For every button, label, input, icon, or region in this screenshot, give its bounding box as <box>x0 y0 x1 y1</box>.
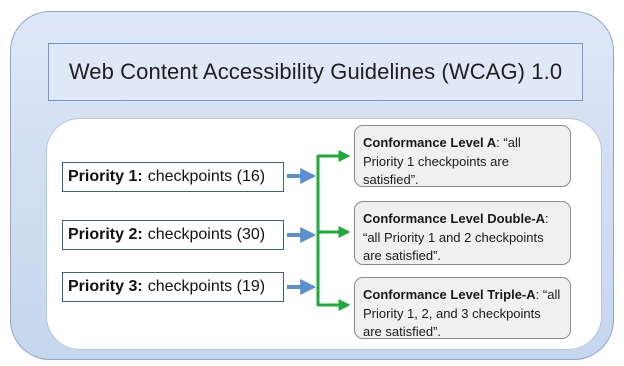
conformance-a-level: Conformance Level A <box>363 135 497 150</box>
priority-2-box: Priority 2: checkpoints (30) <box>62 220 284 250</box>
priority-1-label: Priority 1: <box>68 168 143 185</box>
conformance-double-a-level: Conformance Level Double-A <box>363 211 546 226</box>
priority-1-box: Priority 1: checkpoints (16) <box>62 162 284 192</box>
priority-2-label: Priority 2: <box>68 226 143 243</box>
diagram-canvas: Web Content Accessibility Guidelines (WC… <box>0 0 624 366</box>
conformance-a-box: Conformance Level A: “all Priority 1 che… <box>354 125 571 187</box>
conformance-triple-a-box: Conformance Level Triple-A: “all Priorit… <box>354 277 571 339</box>
conformance-triple-a-level: Conformance Level Triple-A <box>363 287 536 302</box>
priority-3-box: Priority 3: checkpoints (19) <box>62 272 284 302</box>
priority-3-label: Priority 3: <box>68 278 143 295</box>
diagram-title: Web Content Accessibility Guidelines (WC… <box>68 59 563 84</box>
conformance-double-a-box: Conformance Level Double-A: “all Priorit… <box>354 201 571 265</box>
priority-1-text: checkpoints (16) <box>147 168 266 185</box>
title-box: Web Content Accessibility Guidelines (WC… <box>48 43 583 101</box>
priority-3-text: checkpoints (19) <box>147 278 266 295</box>
priority-2-text: checkpoints (30) <box>147 226 266 243</box>
